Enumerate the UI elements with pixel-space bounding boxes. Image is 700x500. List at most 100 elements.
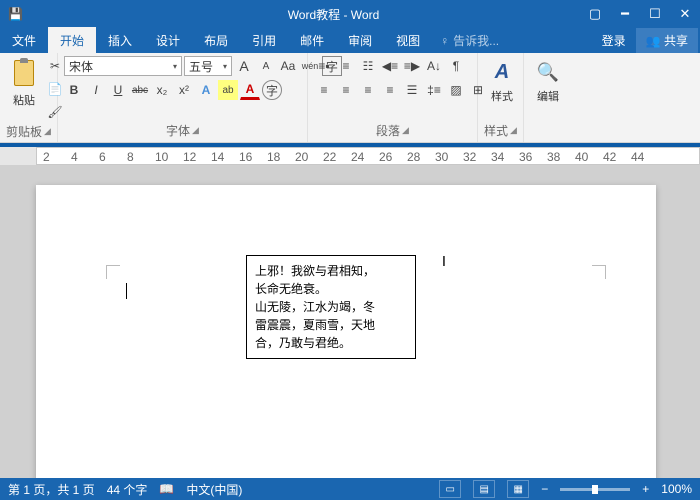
ribbon-options-icon[interactable]: ▢ xyxy=(580,0,610,28)
shading-button[interactable]: ▨ xyxy=(446,80,466,100)
zoom-slider[interactable] xyxy=(560,488,630,491)
group-styles: A 样式 样式◢ xyxy=(478,53,524,142)
group-editing: 🔍 编辑 xyxy=(524,53,568,142)
tab-file[interactable]: 文件 xyxy=(0,27,48,53)
tab-layout[interactable]: 布局 xyxy=(192,27,240,53)
highlight-button[interactable]: ab xyxy=(218,80,238,100)
sort-button[interactable]: A↓ xyxy=(424,56,444,76)
zoom-level[interactable]: 100% xyxy=(661,482,692,496)
ruler-tick: 32 xyxy=(463,150,476,164)
zoom-thumb[interactable] xyxy=(592,485,598,494)
ribbon-tabs: 文件 开始 插入 设计 布局 引用 邮件 审阅 视图 ♀告诉我... 登录 👥 … xyxy=(0,28,700,53)
ruler-tick: 42 xyxy=(603,150,616,164)
subscript-button[interactable]: x₂ xyxy=(152,80,172,100)
show-marks-button[interactable]: ¶ xyxy=(446,56,466,76)
close-icon[interactable]: ✕ xyxy=(670,0,700,28)
status-language[interactable]: 中文(中国) xyxy=(186,481,242,498)
tab-mail[interactable]: 邮件 xyxy=(288,27,336,53)
font-size-select[interactable]: 五号▾ xyxy=(184,56,232,76)
text-effects-button[interactable]: A xyxy=(196,80,216,100)
status-page[interactable]: 第 1 页，共 1 页 xyxy=(8,481,95,498)
ruler-tick: 10 xyxy=(155,150,168,164)
ruler-tick: 26 xyxy=(379,150,392,164)
textbox-line[interactable]: 上邪！我欲与君相知， xyxy=(255,262,407,280)
strikethrough-button[interactable]: abc xyxy=(130,80,150,100)
share-button[interactable]: 👥 共享 xyxy=(636,28,698,53)
bulb-icon: ♀ xyxy=(440,34,449,48)
web-layout-icon[interactable]: ▦ xyxy=(507,480,529,498)
find-icon: 🔍 xyxy=(534,58,562,86)
tab-view[interactable]: 视图 xyxy=(384,27,432,53)
margin-corner-tr xyxy=(592,265,606,279)
bullets-button[interactable]: ≡▪ xyxy=(314,56,334,76)
underline-button[interactable]: U xyxy=(108,80,128,100)
italic-button[interactable]: I xyxy=(86,80,106,100)
ruler-tick: 36 xyxy=(519,150,532,164)
ribbon: 粘贴 ✂ 📄 🖌 剪贴板◢ 宋体▾ 五号▾ A A Aa wén 字 B I xyxy=(0,53,700,143)
tab-references[interactable]: 引用 xyxy=(240,27,288,53)
tell-me-search[interactable]: ♀告诉我... xyxy=(432,27,507,53)
tab-review[interactable]: 审阅 xyxy=(336,27,384,53)
text-box[interactable]: 上邪！我欲与君相知， 长命无绝衰。 山无陵，江水为竭，冬 雷震震，夏雨雪，天地 … xyxy=(246,255,416,359)
textbox-line[interactable]: 长命无绝衰。 xyxy=(255,280,407,298)
enclose-char-button[interactable]: 字 xyxy=(262,80,282,100)
horizontal-ruler[interactable]: 2468101214161820222426283032343638404244 xyxy=(36,147,700,165)
editing-button[interactable]: 🔍 编辑 xyxy=(530,56,566,106)
superscript-button[interactable]: x² xyxy=(174,80,194,100)
document-area[interactable]: 上邪！我欲与君相知， 长命无绝衰。 山无陵，江水为竭，冬 雷震震，夏雨雪，天地 … xyxy=(0,165,700,495)
styles-button[interactable]: A 样式 xyxy=(484,56,520,106)
font-name-select[interactable]: 宋体▾ xyxy=(64,56,182,76)
ruler-area: 2468101214161820222426283032343638404244 xyxy=(0,147,700,165)
minimize-icon[interactable]: ━ xyxy=(610,0,640,28)
ruler-tick: 24 xyxy=(351,150,364,164)
font-launcher-icon[interactable]: ◢ xyxy=(192,125,199,136)
read-mode-icon[interactable]: ▭ xyxy=(439,480,461,498)
qa-save-icon[interactable]: 💾 xyxy=(8,7,23,21)
window-title: Word教程 - Word xyxy=(87,6,580,23)
line-spacing-button[interactable]: ‡≡ xyxy=(424,80,444,100)
login-button[interactable]: 登录 xyxy=(592,27,636,53)
styles-launcher-icon[interactable]: ◢ xyxy=(510,125,517,136)
grow-font-button[interactable]: A xyxy=(234,56,254,76)
shrink-font-button[interactable]: A xyxy=(256,56,276,76)
text-cursor xyxy=(126,283,127,299)
bold-button[interactable]: B xyxy=(64,80,84,100)
tab-home[interactable]: 开始 xyxy=(48,27,96,53)
change-case-button[interactable]: Aa xyxy=(278,56,298,76)
align-left-button[interactable]: ≡ xyxy=(314,80,334,100)
status-bar: 第 1 页，共 1 页 44 个字 📖 中文(中国) ▭ ▤ ▦ − + 100… xyxy=(0,478,700,500)
textbox-line[interactable]: 山无陵，江水为竭，冬 xyxy=(255,298,407,316)
chevron-down-icon: ▾ xyxy=(219,62,227,71)
paste-icon xyxy=(10,58,38,90)
styles-icon: A xyxy=(488,58,516,86)
decrease-indent-button[interactable]: ◀≡ xyxy=(380,56,400,76)
tab-design[interactable]: 设计 xyxy=(144,27,192,53)
ruler-tick: 12 xyxy=(183,150,196,164)
ruler-tick: 6 xyxy=(99,150,106,164)
multilevel-button[interactable]: ☷ xyxy=(358,56,378,76)
font-color-button[interactable]: A xyxy=(240,80,260,100)
paste-button[interactable]: 粘贴 xyxy=(6,56,42,110)
textbox-line[interactable]: 合，乃敢与君绝。 xyxy=(255,334,407,352)
textbox-line[interactable]: 雷震震，夏雨雪，天地 xyxy=(255,316,407,334)
maximize-icon[interactable]: ☐ xyxy=(640,0,670,28)
justify-button[interactable]: ≡ xyxy=(380,80,400,100)
status-words[interactable]: 44 个字 xyxy=(107,481,148,498)
ruler-tick: 20 xyxy=(295,150,308,164)
ruler-tick: 4 xyxy=(71,150,78,164)
align-right-button[interactable]: ≡ xyxy=(358,80,378,100)
clipboard-launcher-icon[interactable]: ◢ xyxy=(44,126,51,137)
ruler-tick: 16 xyxy=(239,150,252,164)
ruler-tick: 38 xyxy=(547,150,560,164)
page[interactable]: 上邪！我欲与君相知， 长命无绝衰。 山无陵，江水为竭，冬 雷震震，夏雨雪，天地 … xyxy=(36,185,656,495)
zoom-out-button[interactable]: − xyxy=(541,482,548,496)
print-layout-icon[interactable]: ▤ xyxy=(473,480,495,498)
numbering-button[interactable]: ≡ xyxy=(336,56,356,76)
distribute-button[interactable]: ☰ xyxy=(402,80,422,100)
zoom-in-button[interactable]: + xyxy=(642,482,649,496)
increase-indent-button[interactable]: ≡▶ xyxy=(402,56,422,76)
align-center-button[interactable]: ≡ xyxy=(336,80,356,100)
tab-insert[interactable]: 插入 xyxy=(96,27,144,53)
status-proofing-icon[interactable]: 📖 xyxy=(159,482,174,496)
paragraph-launcher-icon[interactable]: ◢ xyxy=(402,125,409,136)
